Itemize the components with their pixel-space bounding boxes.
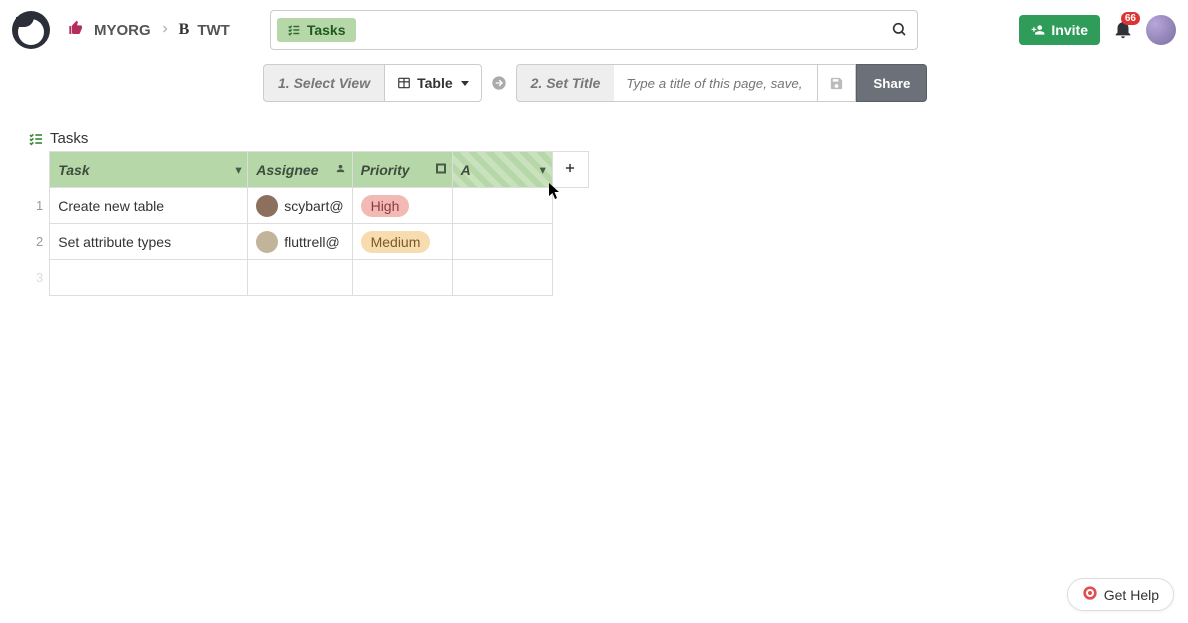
chevron-right-icon bbox=[159, 22, 171, 39]
lifebuoy-icon bbox=[1082, 585, 1098, 604]
avatar bbox=[256, 195, 278, 217]
view-dropdown-label: Table bbox=[417, 75, 453, 91]
table-row[interactable]: 1 Create new table scybart@ High bbox=[28, 188, 588, 224]
user-plus-icon bbox=[1031, 23, 1045, 37]
cell-assignee[interactable]: fluttrell@ bbox=[248, 224, 352, 260]
person-icon bbox=[335, 163, 346, 177]
invite-button[interactable]: Invite bbox=[1019, 15, 1100, 45]
table-title: Tasks bbox=[28, 130, 1188, 147]
column-header-priority[interactable]: Priority bbox=[352, 152, 452, 188]
bold-icon: B bbox=[179, 21, 190, 39]
search-chip-tasks[interactable]: Tasks bbox=[277, 18, 356, 42]
priority-pill: Medium bbox=[361, 231, 431, 253]
cell-new[interactable] bbox=[452, 224, 552, 260]
save-icon bbox=[829, 76, 844, 91]
search-icon[interactable] bbox=[891, 21, 907, 40]
cell-priority[interactable]: High bbox=[352, 188, 452, 224]
cell-new[interactable] bbox=[452, 188, 552, 224]
caret-down-icon bbox=[461, 81, 469, 86]
cell-new[interactable] bbox=[452, 260, 552, 296]
breadcrumb-project[interactable]: TWT bbox=[197, 22, 229, 39]
view-dropdown[interactable]: Table bbox=[384, 64, 482, 102]
search-bar[interactable]: Tasks bbox=[270, 10, 918, 50]
avatar bbox=[256, 231, 278, 253]
title-input[interactable] bbox=[614, 64, 818, 102]
save-button[interactable] bbox=[818, 64, 856, 102]
invite-label: Invite bbox=[1051, 22, 1088, 38]
table-row[interactable]: 2 Set attribute types fluttrell@ Medium bbox=[28, 224, 588, 260]
get-help-button[interactable]: Get Help bbox=[1067, 578, 1174, 611]
row-number: 1 bbox=[28, 188, 50, 224]
notification-badge: 66 bbox=[1121, 12, 1140, 25]
notifications-button[interactable]: 66 bbox=[1112, 18, 1134, 43]
priority-pill: High bbox=[361, 195, 410, 217]
breadcrumb: MYORG B TWT bbox=[68, 20, 230, 40]
breadcrumb-org[interactable]: MYORG bbox=[94, 22, 151, 39]
step1-label: 1. Select View bbox=[263, 64, 384, 102]
checklist-icon bbox=[287, 23, 301, 37]
user-avatar[interactable] bbox=[1146, 15, 1176, 45]
caret-down-icon: ▾ bbox=[540, 163, 546, 176]
search-chip-label: Tasks bbox=[307, 22, 346, 38]
column-header-task[interactable]: Task ▾ bbox=[50, 152, 248, 188]
cell-task[interactable]: Set attribute types bbox=[50, 224, 248, 260]
add-column-button[interactable] bbox=[552, 152, 588, 188]
thumbs-up-icon bbox=[68, 20, 84, 40]
cell-priority[interactable] bbox=[352, 260, 452, 296]
table-row-empty[interactable]: 3 bbox=[28, 260, 588, 296]
checklist-icon bbox=[28, 131, 44, 147]
arrow-right-icon bbox=[482, 64, 516, 102]
row-number: 2 bbox=[28, 224, 50, 260]
cell-task[interactable]: Create new table bbox=[50, 188, 248, 224]
cell-assignee[interactable] bbox=[248, 260, 352, 296]
square-icon bbox=[436, 163, 446, 176]
cell-assignee[interactable]: scybart@ bbox=[248, 188, 352, 224]
get-help-label: Get Help bbox=[1104, 587, 1159, 603]
app-logo[interactable] bbox=[12, 11, 50, 49]
step2-label: 2. Set Title bbox=[516, 64, 615, 102]
plus-icon bbox=[563, 161, 577, 175]
row-number: 3 bbox=[28, 260, 50, 296]
cell-task[interactable] bbox=[50, 260, 248, 296]
column-header-assignee[interactable]: Assignee bbox=[248, 152, 352, 188]
column-header-new[interactable]: A ▾ bbox=[452, 152, 552, 188]
bell-icon bbox=[1112, 27, 1134, 43]
table-title-text: Tasks bbox=[50, 130, 88, 147]
caret-down-icon: ▾ bbox=[236, 163, 242, 176]
table-icon bbox=[397, 76, 411, 90]
share-button[interactable]: Share bbox=[856, 64, 927, 102]
tasks-table: Task ▾ Assignee Priority A bbox=[28, 151, 589, 296]
cell-priority[interactable]: Medium bbox=[352, 224, 452, 260]
